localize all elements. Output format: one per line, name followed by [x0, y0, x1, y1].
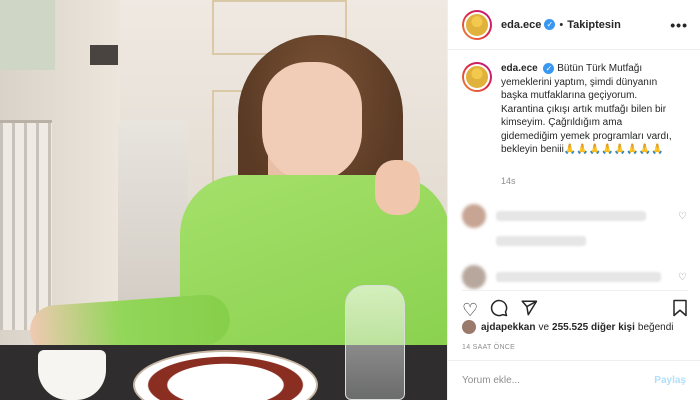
blurred-comment: [496, 272, 661, 282]
hand: [375, 160, 420, 215]
comment-avatar[interactable]: [462, 265, 486, 289]
likes-summary: ajdapekkan ve 255.525 diğer kişi beğendi: [462, 320, 673, 334]
verified-badge-icon: ✓: [544, 19, 556, 30]
blurred-comment: [496, 236, 586, 246]
more-options-icon[interactable]: •••: [670, 17, 688, 33]
caption-avatar[interactable]: [462, 62, 492, 92]
comment-like-icon[interactable]: ♡: [678, 211, 687, 222]
chair-left: [0, 120, 52, 330]
action-bar: ♡: [462, 290, 688, 320]
cup: [38, 350, 106, 400]
likes-connector: ve: [538, 321, 550, 333]
caption-text: Bütün Türk Mutfağı yemeklerini yaptım, ş…: [501, 63, 672, 155]
username-link[interactable]: eda.ece: [501, 19, 541, 31]
wine-glass: [345, 285, 405, 400]
post-header: eda.ece ✓ • Takiptesin •••: [448, 0, 700, 50]
following-button[interactable]: Takiptesin: [567, 19, 621, 31]
heart-icon[interactable]: ♡: [462, 301, 478, 319]
bookmark-icon[interactable]: [672, 299, 688, 320]
lamp: [90, 45, 118, 65]
blurred-comment: [496, 211, 646, 221]
comment-avatar[interactable]: [462, 204, 486, 228]
verified-badge-icon: ✓: [543, 63, 555, 74]
post-comment-button[interactable]: Paylaş: [654, 375, 686, 386]
comment-item: [462, 231, 687, 251]
post-sidebar: eda.ece ✓ • Takiptesin ••• eda.ece ✓ Büt…: [447, 0, 700, 400]
post-time-ago[interactable]: 14 SAAT ÖNCE: [462, 344, 515, 351]
comment-icon[interactable]: [490, 299, 508, 320]
caption-text-block: eda.ece ✓ Bütün Türk Mutfağı yemeklerini…: [501, 62, 681, 157]
face: [262, 62, 362, 182]
caption-username[interactable]: eda.ece: [501, 63, 538, 74]
post-photo[interactable]: [0, 0, 447, 400]
caption-timestamp: 14s: [501, 176, 516, 186]
liker-avatar[interactable]: [462, 320, 476, 334]
avatar[interactable]: [462, 9, 492, 40]
photo-window: [0, 0, 55, 70]
caption: eda.ece ✓ Bütün Türk Mutfağı yemeklerini…: [462, 62, 690, 157]
comment-input[interactable]: [462, 375, 655, 386]
comment-item: ♡: [462, 201, 687, 231]
likes-suffix: beğendi: [637, 321, 674, 333]
share-icon[interactable]: [520, 299, 538, 320]
comment-item: ♡: [462, 262, 687, 292]
liker-username[interactable]: ajdapekkan: [481, 322, 535, 333]
comment-like-icon[interactable]: ♡: [678, 272, 687, 283]
separator-dot: •: [559, 18, 564, 31]
add-comment-bar: Paylaş: [448, 360, 700, 400]
likes-count[interactable]: 255.525 diğer kişi: [552, 322, 635, 333]
